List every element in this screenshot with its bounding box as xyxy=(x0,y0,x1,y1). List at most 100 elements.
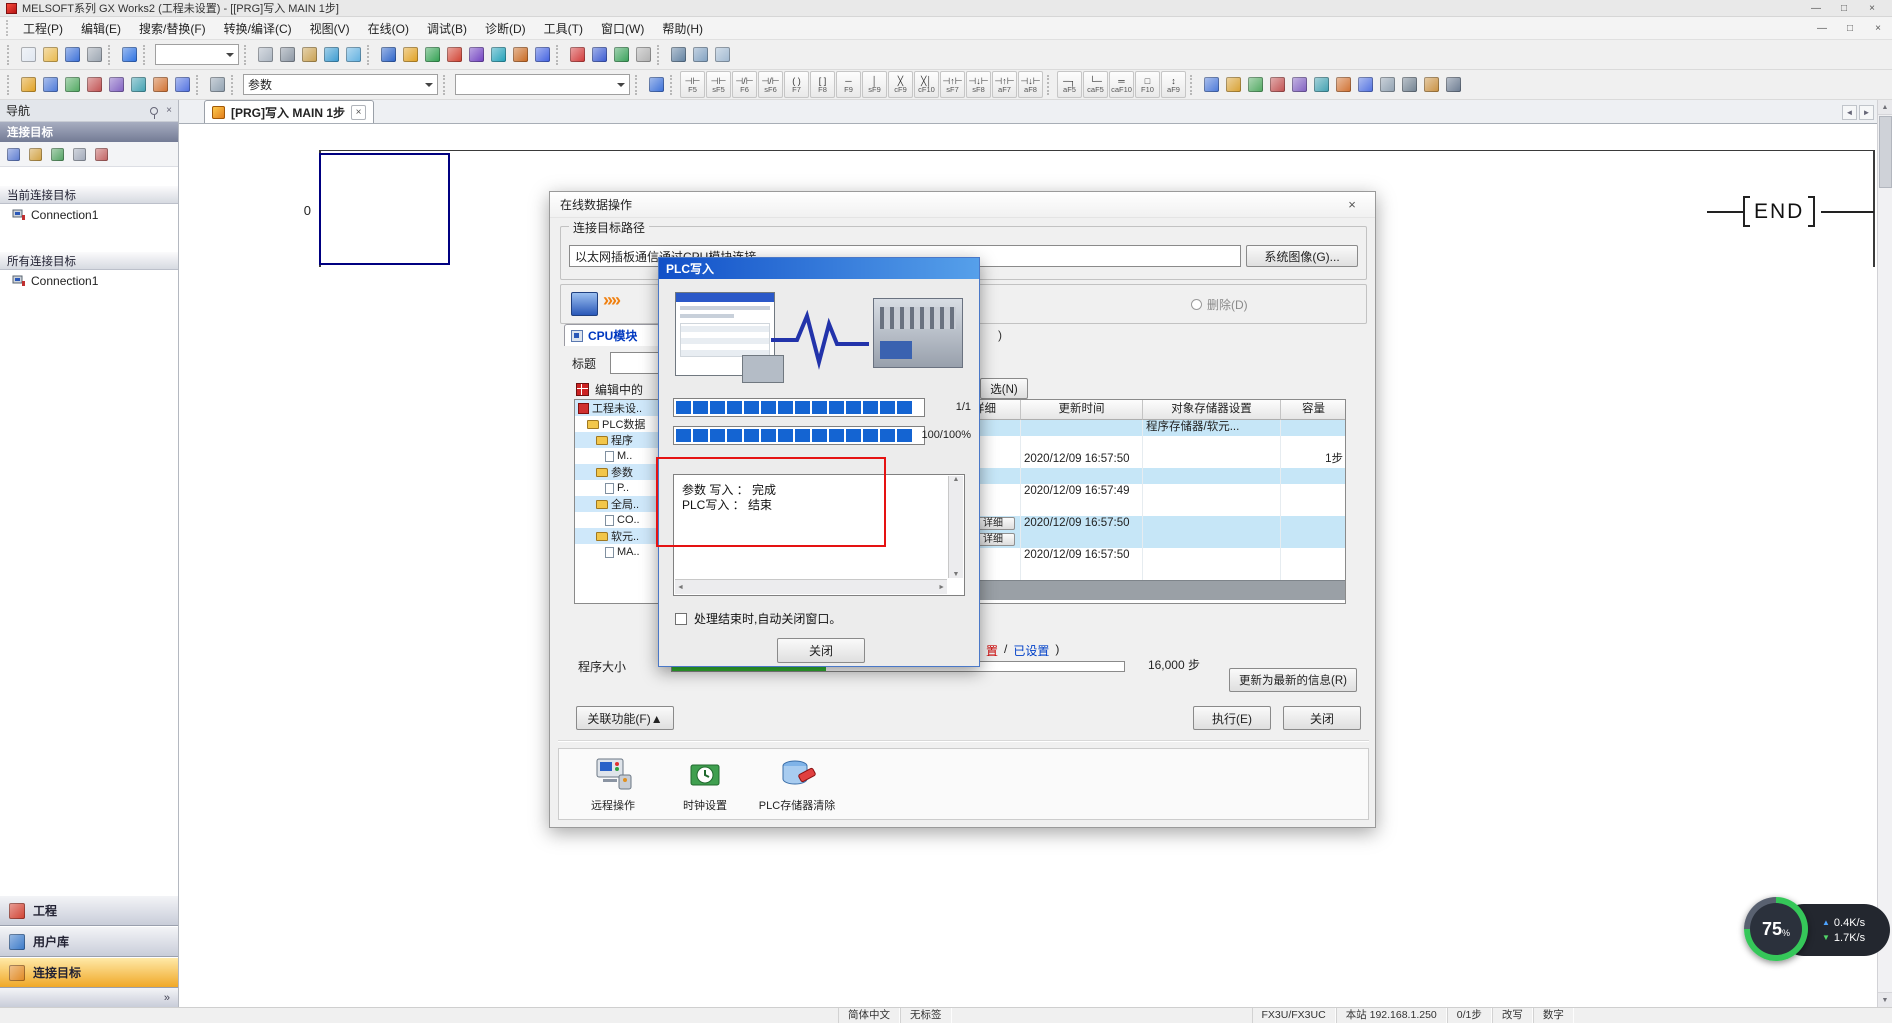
find-next-icon[interactable] xyxy=(645,74,667,96)
breakpoint-icon[interactable] xyxy=(632,44,654,66)
read-mode-icon[interactable] xyxy=(1222,74,1244,96)
monitor-mode-icon[interactable] xyxy=(421,44,443,66)
find-device-icon[interactable] xyxy=(206,74,228,96)
fkey-sF6[interactable]: ⊣/⊢sF6 xyxy=(758,71,783,98)
watch-window-icon[interactable] xyxy=(149,74,171,96)
connection-copy-icon[interactable] xyxy=(26,145,45,164)
cut-icon[interactable] xyxy=(254,44,276,66)
comment-edit-icon[interactable] xyxy=(1288,74,1310,96)
help-icon[interactable] xyxy=(118,44,140,66)
tree-item[interactable]: P.. xyxy=(575,480,658,496)
fkey-sF5[interactable]: ⊣⊢sF5 xyxy=(706,71,731,98)
connection-item-all[interactable]: Connection1 xyxy=(0,270,178,291)
tree-item[interactable]: 参数 xyxy=(575,464,658,480)
new-icon[interactable] xyxy=(17,44,39,66)
fkey-F9[interactable]: ─F9 xyxy=(836,71,861,98)
menu-item[interactable]: 帮助(H) xyxy=(653,17,712,40)
auto-hide-pin-icon[interactable] xyxy=(150,107,158,115)
simulation-start-icon[interactable] xyxy=(566,44,588,66)
write-mode-monitor-icon[interactable] xyxy=(571,292,598,316)
auto-close-checkbox[interactable]: 处理结束时,自动关闭窗口。 xyxy=(675,610,841,627)
options-icon[interactable] xyxy=(1442,74,1464,96)
log-scroll-right-icon[interactable]: ► xyxy=(938,584,945,591)
fkey-aF8[interactable]: ⊣↓⊢aF8 xyxy=(1018,71,1043,98)
refresh-info-button[interactable]: 更新为最新的信息(R) xyxy=(1229,668,1357,692)
menu-item[interactable]: 转换/编译(C) xyxy=(215,17,301,40)
zoom-in-icon[interactable] xyxy=(1376,74,1398,96)
tree-item[interactable]: PLC数据 xyxy=(575,416,658,432)
tree-item[interactable]: 工程未设.. xyxy=(575,400,658,416)
log-scroll-left-icon[interactable]: ◄ xyxy=(677,584,684,591)
comment-icon[interactable] xyxy=(667,44,689,66)
menu-item[interactable]: 编辑(E) xyxy=(72,17,130,40)
build-icon[interactable] xyxy=(531,44,553,66)
footer-tool-plc-memory-clear-icon[interactable]: PLC存储器清除 xyxy=(751,755,843,813)
dialog-close-icon[interactable]: × xyxy=(1339,197,1365,212)
copy-icon[interactable] xyxy=(276,44,298,66)
device-list-icon[interactable] xyxy=(127,74,149,96)
fkey-F5[interactable]: ⊣⊢F5 xyxy=(680,71,705,98)
data-tree[interactable]: 工程未设..PLC数据程序M..参数P..全局..CO..软元..MA.. xyxy=(574,399,659,604)
fkey-caF10[interactable]: ═caF10 xyxy=(1109,71,1134,98)
tree-item[interactable]: 软元.. xyxy=(575,528,658,544)
print-icon[interactable] xyxy=(83,44,105,66)
connection-item-current[interactable]: Connection1 xyxy=(0,204,178,225)
menu-item[interactable]: 调试(B) xyxy=(418,17,476,40)
log-horizontal-scrollbar[interactable]: ◄► xyxy=(675,579,947,594)
note-icon[interactable] xyxy=(711,44,733,66)
network-speed-widget[interactable]: ▲0.4K/s ▼1.7K/s 75 % xyxy=(1744,897,1892,963)
menu-item[interactable]: 工程(P) xyxy=(14,17,72,40)
fkey-cF10[interactable]: ╳│cF10 xyxy=(914,71,939,98)
stop-monitor-icon[interactable] xyxy=(487,44,509,66)
fkey-sF9[interactable]: │sF9 xyxy=(862,71,887,98)
menu-item[interactable]: 窗口(W) xyxy=(592,17,653,40)
write-mode-icon[interactable] xyxy=(1244,74,1266,96)
connection-new-icon[interactable] xyxy=(4,145,23,164)
function-block-icon[interactable] xyxy=(39,74,61,96)
scroll-down-icon[interactable]: ▼ xyxy=(1878,992,1892,1007)
write-to-plc-icon[interactable] xyxy=(399,44,421,66)
mdi-minimize-button[interactable]: — xyxy=(1808,21,1836,36)
menu-item[interactable]: 诊断(D) xyxy=(476,17,535,40)
fkey-cF9[interactable]: ╳cF9 xyxy=(888,71,913,98)
connection-delete-icon[interactable] xyxy=(70,145,89,164)
write-log-box[interactable]: 参数 写入 ： 完成PLC写入 ： 结束 ▲▼ ◄► xyxy=(673,474,965,596)
menu-item[interactable]: 视图(V) xyxy=(301,17,359,40)
screen-color-icon[interactable] xyxy=(1420,74,1442,96)
tree-item[interactable]: 程序 xyxy=(575,432,658,448)
note-edit-icon[interactable] xyxy=(1332,74,1354,96)
deselect-all-button[interactable]: 选(N) xyxy=(980,378,1028,399)
menu-item[interactable]: 搜索/替换(F) xyxy=(130,17,215,40)
find-value-combo[interactable] xyxy=(455,74,630,95)
menu-item[interactable]: 工具(T) xyxy=(535,17,592,40)
tree-item[interactable]: 全局.. xyxy=(575,496,658,512)
scroll-thumb[interactable] xyxy=(1879,116,1892,188)
quick-select-combo[interactable] xyxy=(155,44,239,65)
tree-item[interactable]: M.. xyxy=(575,448,658,464)
device-display-icon[interactable] xyxy=(1354,74,1376,96)
footer-tool-clock-setting-icon[interactable]: 时钟设置 xyxy=(659,755,751,813)
monitor-write-icon[interactable] xyxy=(443,44,465,66)
menu-item[interactable]: 在线(O) xyxy=(359,17,418,40)
navigation-window-icon[interactable] xyxy=(17,74,39,96)
log-vertical-scrollbar[interactable]: ▲▼ xyxy=(948,476,963,578)
connection-sort-icon[interactable] xyxy=(92,145,111,164)
fkey-aF7[interactable]: ⊣↑⊢aF7 xyxy=(992,71,1017,98)
monitor-rw-icon[interactable] xyxy=(1266,74,1288,96)
ladder-edit-icon[interactable] xyxy=(1200,74,1222,96)
nav-button-user-library-icon[interactable]: 用户库 xyxy=(0,926,178,957)
tab-cpu-module[interactable]: CPU模块 xyxy=(564,324,660,346)
nav-overflow-chevron[interactable]: » xyxy=(0,988,178,1007)
close-button[interactable]: × xyxy=(1858,1,1886,16)
find-target-combo[interactable]: 参数 xyxy=(243,74,438,95)
tree-item[interactable]: CO.. xyxy=(575,512,658,528)
related-functions-button[interactable]: 关联功能(F)▲ xyxy=(576,706,674,730)
statement-edit-icon[interactable] xyxy=(1310,74,1332,96)
dialog-close-button[interactable]: 关闭 xyxy=(1283,706,1361,730)
ladder-view-icon[interactable] xyxy=(61,74,83,96)
tab-scroll-right-icon[interactable]: ► xyxy=(1859,105,1874,120)
tree-item[interactable]: MA.. xyxy=(575,544,658,560)
nav-button-project-icon[interactable]: 工程 xyxy=(0,895,178,926)
statement-icon[interactable] xyxy=(689,44,711,66)
ladder-cursor[interactable] xyxy=(319,153,450,265)
